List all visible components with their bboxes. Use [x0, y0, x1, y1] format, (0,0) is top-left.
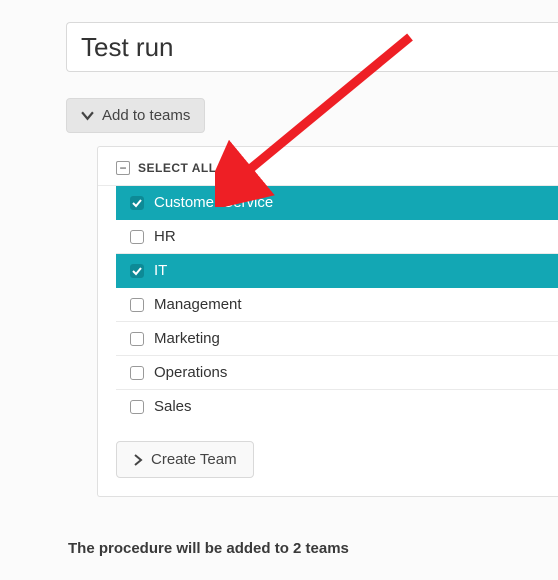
- team-label: Sales: [154, 398, 192, 415]
- team-row[interactable]: Marketing: [116, 322, 558, 356]
- chevron-down-icon: [81, 109, 94, 122]
- select-all-row[interactable]: − SELECT ALL: [98, 161, 558, 186]
- team-label: Operations: [154, 364, 227, 381]
- create-team-button[interactable]: Create Team: [116, 441, 254, 478]
- team-row[interactable]: Management: [116, 288, 558, 322]
- summary-text: The procedure will be added to 2 teams: [68, 540, 349, 557]
- create-team-label: Create Team: [151, 451, 237, 468]
- team-checkbox[interactable]: [130, 332, 144, 346]
- chevron-right-icon: [133, 454, 143, 466]
- select-all-label: SELECT ALL: [138, 161, 217, 175]
- teams-panel: − SELECT ALL Customer Service HR IT Managem…: [97, 146, 558, 497]
- team-checkbox[interactable]: [130, 230, 144, 244]
- team-row[interactable]: HR: [116, 220, 558, 254]
- team-row[interactable]: Sales: [116, 390, 558, 423]
- check-icon: [132, 266, 142, 276]
- team-label: HR: [154, 228, 176, 245]
- team-checkbox[interactable]: [130, 400, 144, 414]
- procedure-title-input[interactable]: [66, 22, 558, 72]
- add-to-teams-label: Add to teams: [102, 107, 190, 124]
- team-row[interactable]: IT: [116, 254, 558, 288]
- team-checkbox[interactable]: [130, 264, 144, 278]
- team-label: Customer Service: [154, 194, 273, 211]
- select-all-checkbox-partial-icon[interactable]: −: [116, 161, 130, 175]
- team-row[interactable]: Customer Service: [116, 186, 558, 220]
- team-checkbox[interactable]: [130, 196, 144, 210]
- team-checkbox[interactable]: [130, 366, 144, 380]
- team-row[interactable]: Operations: [116, 356, 558, 390]
- team-checkbox[interactable]: [130, 298, 144, 312]
- add-to-teams-button[interactable]: Add to teams: [66, 98, 205, 133]
- team-label: Management: [154, 296, 242, 313]
- team-label: Marketing: [154, 330, 220, 347]
- team-label: IT: [154, 262, 167, 279]
- check-icon: [132, 198, 142, 208]
